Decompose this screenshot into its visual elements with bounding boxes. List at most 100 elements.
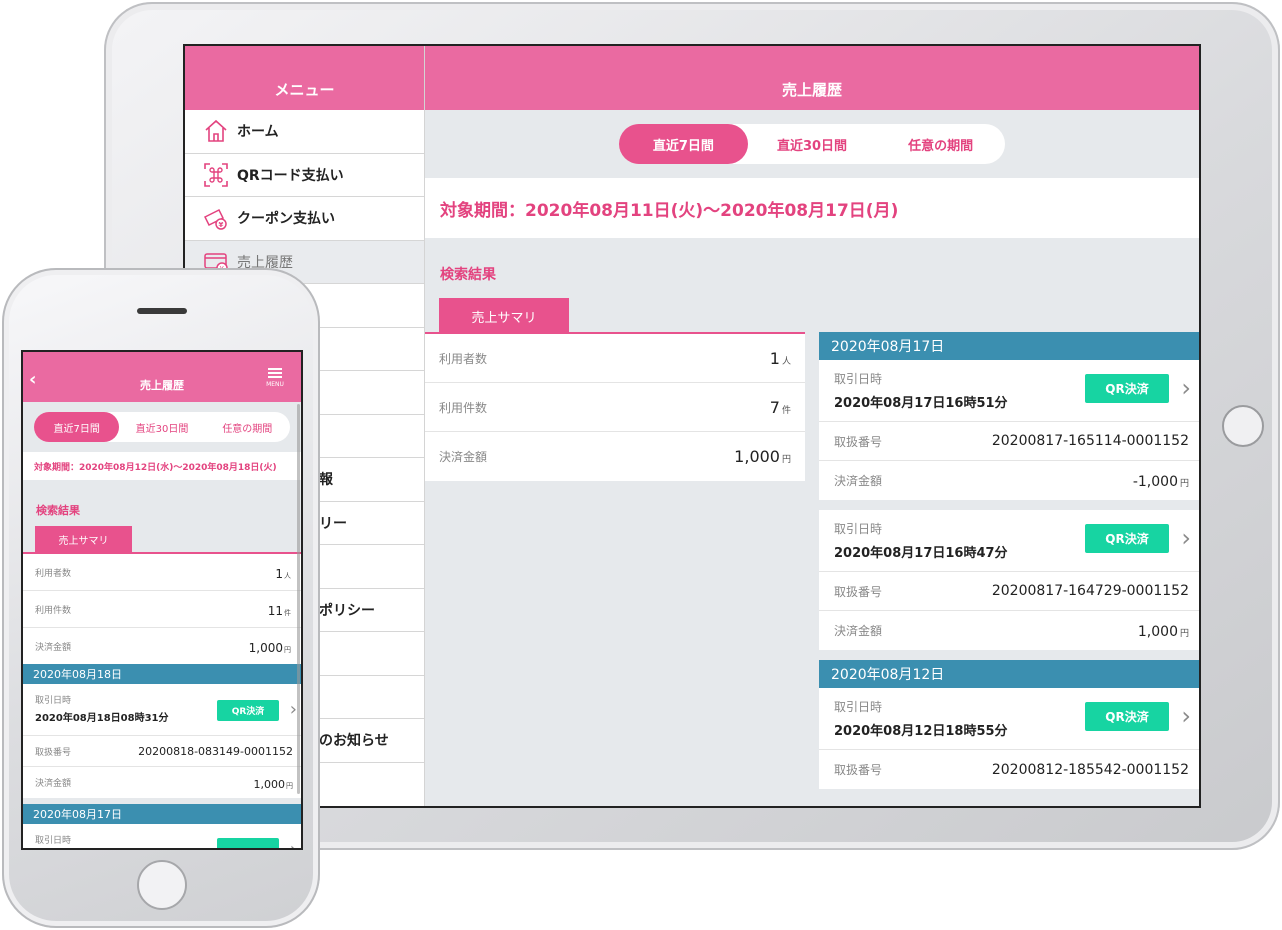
- summary-row-count: 利用件数 11件: [23, 591, 301, 628]
- tab-custom-period[interactable]: 任意の期間: [205, 412, 290, 442]
- summary-unit: 人: [284, 571, 291, 580]
- summary-row-amount: 決済金額 1,000円: [23, 628, 301, 665]
- summary-unit: 件: [781, 405, 791, 416]
- transaction-id-row: 取扱番号 20200818-083149-0001152: [23, 736, 301, 767]
- amount-unit: 円: [1179, 479, 1189, 489]
- amount-label: 決済金額: [834, 474, 883, 488]
- summary-row-amount: 決済金額 1,000円: [425, 432, 805, 481]
- id-value: 20200812-185542-0001152: [991, 761, 1189, 778]
- transaction-amount-row: 決済金額 1,000円: [819, 611, 1199, 650]
- period-segmented-control: 直近7日間 直近30日間 任意の期間: [619, 124, 1005, 164]
- summary-value: 1: [275, 566, 283, 581]
- summary-value: 1,000: [248, 641, 283, 655]
- chevron-right-icon[interactable]: ›: [290, 839, 297, 848]
- chevron-right-icon[interactable]: ›: [1181, 374, 1191, 402]
- sales-summary-panel: 利用者数 1人 利用件数 7件 決済金額 1,000 円: [425, 332, 805, 481]
- transaction-id-row: 取扱番号 20200817-165114-0001152: [819, 422, 1199, 461]
- transaction-card[interactable]: 取引日時 2020年08月12日18時55分 QR決済 › 取扱番号 20200…: [819, 688, 1199, 789]
- menu-label: MENU: [266, 381, 284, 388]
- sidebar-item-label: リー: [319, 515, 347, 532]
- summary-value: 1: [769, 348, 780, 368]
- sidebar-item-home[interactable]: ホーム: [185, 110, 424, 154]
- sidebar-item-label: ポリシー: [319, 602, 375, 619]
- scrollbar[interactable]: [297, 404, 300, 794]
- tab-custom-period[interactable]: 任意の期間: [876, 124, 1005, 164]
- summary-row-users: 利用者数 1人: [425, 334, 805, 383]
- tab-last-7-days[interactable]: 直近7日間: [619, 124, 748, 164]
- target-period: 対象期間：2020年08月11日(火)～2020年08月17日(月): [425, 178, 1199, 238]
- qr-payment-badge: QR決済: [217, 700, 279, 721]
- id-label: 取扱番号: [834, 434, 883, 449]
- menu-button[interactable]: MENU: [264, 368, 286, 388]
- tab-last-7-days[interactable]: 直近7日間: [34, 412, 120, 442]
- summary-label: 決済金額: [35, 643, 72, 653]
- id-value: 20200817-164729-0001152: [991, 583, 1189, 599]
- id-value: 20200818-083149-0001152: [138, 744, 293, 758]
- amount-label: 決済金額: [35, 779, 72, 789]
- id-value: 20200817-165114-0001152: [991, 433, 1189, 449]
- sidebar-item-label: 報: [319, 472, 333, 489]
- page-title: 売上履歴: [140, 379, 184, 392]
- qr-payment-badge: QR決済: [1085, 524, 1169, 553]
- target-period: 対象期間：2020年08月12日(水)～2020年08月18日(火): [23, 452, 301, 480]
- sidebar-item-coupon-payment[interactable]: ¥ クーポン支払い: [185, 197, 424, 241]
- period-segmented-control: 直近7日間 直近30日間 任意の期間: [34, 412, 290, 442]
- amount-value: 1,000: [1137, 624, 1178, 640]
- transaction-amount-row: 決済金額 1,000円: [23, 767, 301, 798]
- summary-unit: 件: [284, 608, 291, 617]
- transaction-card[interactable]: 取引日時 2020年08月18日08時31分 QR決済 › 取扱番号 20200…: [23, 684, 301, 798]
- date-group-header: 2020年08月12日: [819, 660, 1199, 688]
- sidebar-title: メニュー: [185, 46, 424, 110]
- phone-home-button: [137, 860, 187, 910]
- id-label: 取扱番号: [35, 747, 72, 758]
- sidebar-item-label: QRコード支払い: [237, 167, 344, 184]
- tab-last-30-days[interactable]: 直近30日間: [119, 412, 204, 442]
- search-results-label: 検索結果: [440, 267, 496, 283]
- search-results-label: 検索結果: [36, 504, 80, 517]
- tab-last-30-days[interactable]: 直近30日間: [748, 124, 877, 164]
- phone-speaker: [137, 308, 187, 314]
- amount-unit: 円: [286, 782, 293, 790]
- qr-payment-badge: [217, 838, 279, 848]
- qr-payment-badge: QR決済: [1085, 374, 1169, 403]
- transaction-list: 2020年08月18日 取引日時 2020年08月18日08時31分 QR決済 …: [23, 664, 301, 848]
- id-label: 取扱番号: [834, 763, 883, 777]
- hamburger-icon: [268, 368, 282, 378]
- amount-value: -1,000: [1132, 474, 1178, 490]
- tablet-screen: メニュー ホーム QRコード支払い ¥ クーポン支払い ¥ 売上履歴: [183, 44, 1201, 808]
- id-label: 取扱番号: [834, 584, 883, 599]
- amount-label: 決済金額: [834, 624, 883, 638]
- date-group-header: 2020年08月17日: [819, 332, 1199, 360]
- tab-sales-summary[interactable]: 売上サマリ: [439, 298, 569, 334]
- transaction-list: 2020年08月17日 取引日時 2020年08月17日16時51分 QR決済 …: [819, 332, 1199, 799]
- date-group-header: 2020年08月17日: [23, 804, 301, 824]
- summary-label: 利用件数: [439, 400, 488, 415]
- summary-row-users: 利用者数 1人: [23, 554, 301, 591]
- summary-label: 利用件数: [35, 605, 72, 616]
- phone-screen: ‹ 売上履歴 MENU 直近7日間 直近30日間 任意の期間 対象期間：2020…: [21, 350, 303, 850]
- transaction-id-row: 取扱番号 20200812-185542-0001152: [819, 750, 1199, 789]
- transaction-card[interactable]: 取引日時 2020年08月17日16時47分 QR決済 › 取扱番号 20200…: [819, 510, 1199, 650]
- transaction-card-header: 取引日時 2020年08月18日08時31分 QR決済 ›: [23, 684, 301, 736]
- phone-header: ‹ 売上履歴 MENU: [23, 352, 301, 402]
- transaction-card[interactable]: 取引日時 ›: [23, 824, 301, 848]
- summary-unit: 人: [781, 356, 791, 367]
- transaction-card[interactable]: 取引日時 2020年08月17日16時51分 QR決済 › 取扱番号 20200…: [819, 360, 1199, 500]
- sidebar-item-label: のお知らせ: [319, 733, 389, 750]
- sales-summary-panel: 利用者数 1人 利用件数 11件 決済金額 1,000円: [23, 552, 301, 665]
- transaction-card-header: 取引日時 2020年08月12日18時55分 QR決済 ›: [819, 688, 1199, 750]
- tab-sales-summary[interactable]: 売上サマリ: [35, 526, 132, 553]
- coupon-icon: ¥: [201, 204, 231, 232]
- chevron-right-icon[interactable]: ›: [1181, 702, 1191, 730]
- transaction-id-row: 取扱番号 20200817-164729-0001152: [819, 572, 1199, 611]
- period-selector: 直近7日間 直近30日間 任意の期間: [23, 402, 301, 452]
- summary-value: 11: [267, 603, 283, 618]
- tablet-home-button: [1222, 405, 1264, 447]
- date-group-header: 2020年08月18日: [23, 664, 301, 684]
- transaction-amount-row: 決済金額 -1,000 円: [819, 461, 1199, 500]
- summary-label: 決済金額: [439, 450, 488, 464]
- summary-value: 7: [769, 397, 780, 417]
- chevron-right-icon[interactable]: ›: [290, 699, 297, 720]
- chevron-right-icon[interactable]: ›: [1181, 524, 1191, 552]
- sidebar-item-qr-payment[interactable]: QRコード支払い: [185, 154, 424, 197]
